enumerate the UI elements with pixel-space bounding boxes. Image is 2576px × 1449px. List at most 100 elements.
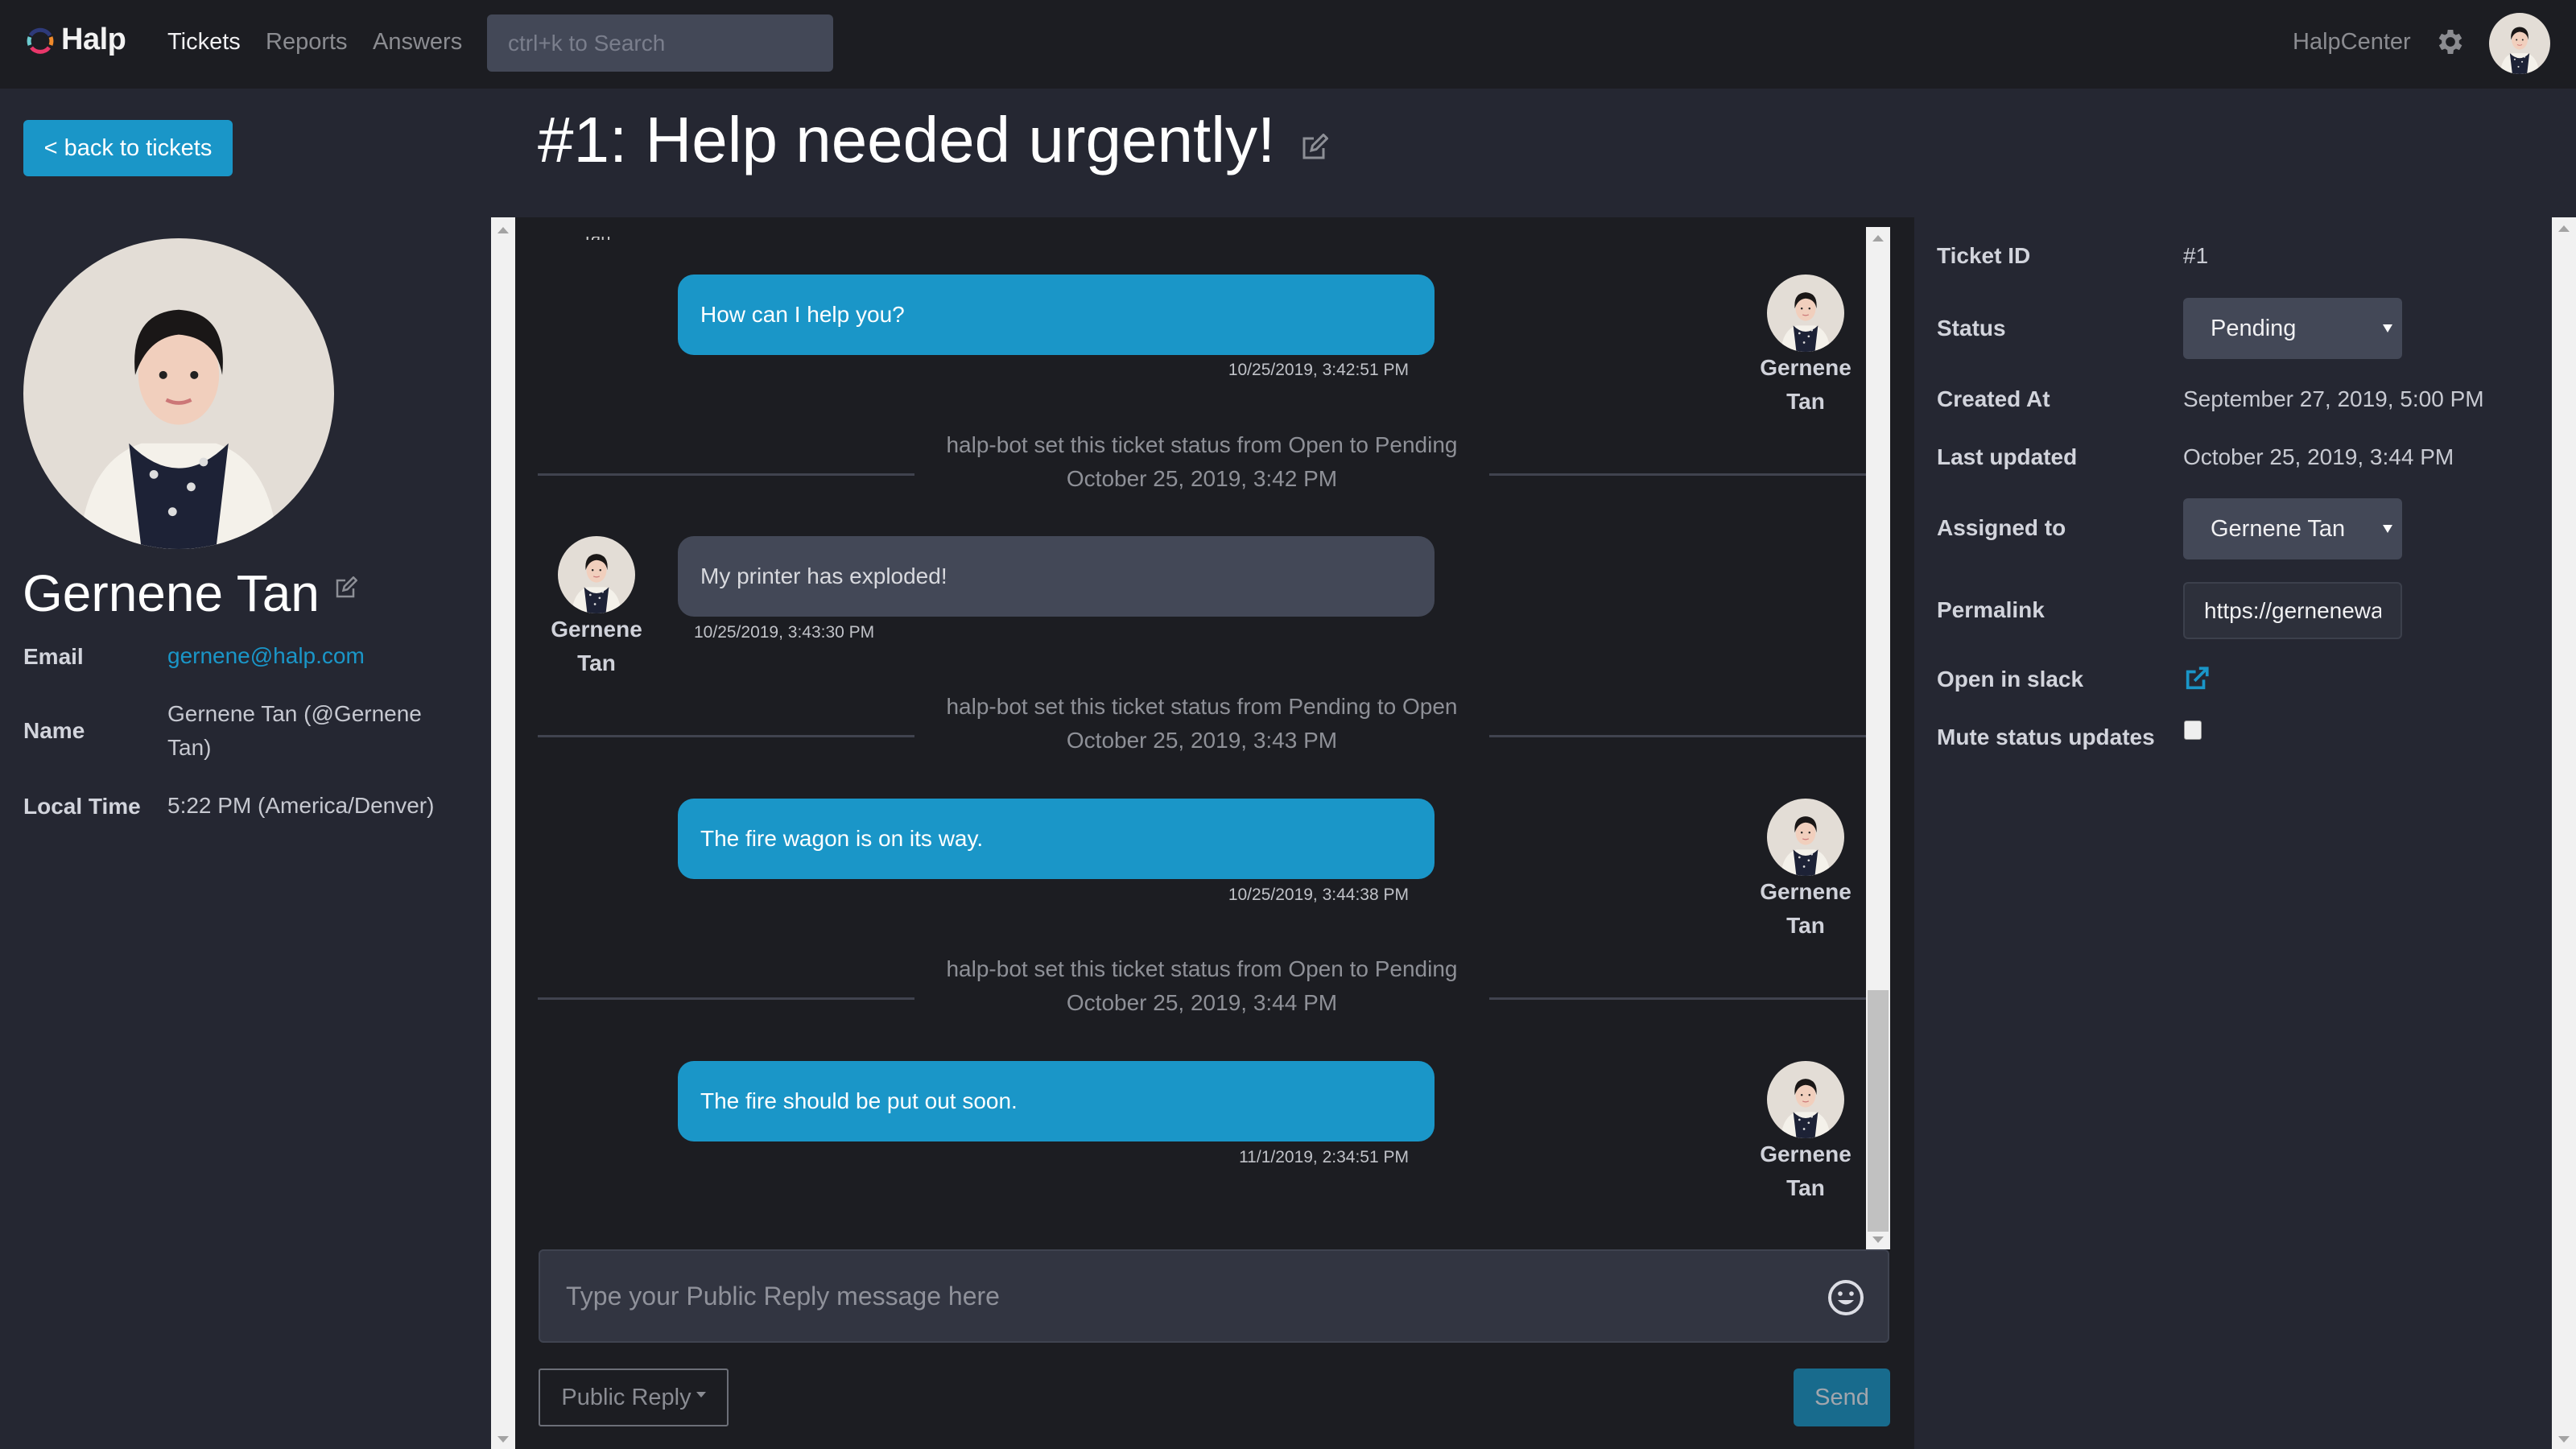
message-bubble: The fire wagon is on its way.: [678, 799, 1435, 879]
status-event-date: October 25, 2019, 3:42 PM: [1066, 466, 1338, 491]
author-avatar: [1767, 1061, 1844, 1138]
status-select[interactable]: Pending: [2183, 298, 2402, 359]
author-last-name: Tan: [1786, 1175, 1825, 1200]
halp-logo-icon: [27, 27, 54, 54]
author-first-name: Gernene: [551, 617, 642, 642]
message-timestamp: 10/25/2019, 3:42:51 PM: [1228, 361, 1409, 379]
scroll-down-arrow[interactable]: [497, 1436, 509, 1443]
mute-status-checkbox[interactable]: [2184, 720, 2202, 740]
message-timestamp: 11/1/2019, 2:34:51 PM: [1239, 1148, 1409, 1166]
chevron-down-icon: [2383, 525, 2392, 533]
gear-icon[interactable]: [2434, 26, 2467, 58]
chevron-down-icon: [2383, 324, 2392, 332]
message-bubble: How can I help you?: [678, 275, 1435, 355]
cut-off-author: Tan: [582, 237, 610, 240]
author-avatar: [1767, 275, 1844, 352]
external-link-icon[interactable]: [2183, 665, 2211, 692]
requester-name: Gernene Tan: [23, 564, 320, 622]
last-updated-value: October 25, 2019, 3:44 PM: [2183, 444, 2454, 469]
reply-type-label: Public Reply: [561, 1384, 691, 1410]
status-event-text: halp-bot set this ticket status from Pen…: [946, 694, 1458, 719]
scrollbar-thumb[interactable]: [1868, 990, 1889, 1232]
nav-answers[interactable]: Answers: [373, 29, 462, 56]
emoji-icon[interactable]: [1827, 1278, 1865, 1317]
permalink-field[interactable]: [2183, 582, 2402, 639]
scroll-up-arrow[interactable]: [2558, 225, 2570, 232]
ticket-id-label: Ticket ID: [1937, 243, 2031, 268]
brand-name: Halp: [61, 23, 126, 56]
message-author: Gernene Tan: [1749, 351, 1862, 419]
ticket-title: #1: Help needed urgently!: [538, 104, 1276, 175]
author-first-name: Gernene: [1760, 1141, 1852, 1166]
mute-status-label: Mute status updates: [1937, 724, 2155, 749]
status-label: Status: [1937, 316, 2006, 341]
reply-composer: [539, 1249, 1889, 1343]
back-to-tickets-button[interactable]: < back to tickets: [23, 120, 233, 176]
assigned-to-label: Assigned to: [1937, 515, 2066, 540]
profile-avatar: [23, 238, 334, 549]
author-first-name: Gernene: [1760, 879, 1852, 904]
status-event: halp-bot set this ticket status from Pen…: [538, 694, 1866, 777]
message-author: Gernene Tan: [1749, 875, 1862, 943]
message-author: Gernene Tan: [1749, 1137, 1862, 1205]
reply-type-dropdown[interactable]: Public Reply: [539, 1368, 729, 1426]
edit-title-icon[interactable]: [1299, 134, 1328, 163]
message-list: Tan How can I help you? 10/25/2019, 3:42…: [515, 227, 1866, 1249]
avatar-image: [1767, 1061, 1844, 1138]
status-event-date: October 25, 2019, 3:43 PM: [1066, 728, 1338, 753]
workspace-name[interactable]: HalpCenter: [2293, 29, 2411, 56]
status-event-text: halp-bot set this ticket status from Ope…: [946, 432, 1458, 457]
assignee-value: Gernene Tan: [2211, 515, 2346, 542]
avatar-image: [1767, 799, 1844, 876]
permalink-label: Permalink: [1937, 597, 2045, 622]
panel-scrollbar[interactable]: [491, 217, 515, 1449]
name-value: Gernene Tan (@Gernene Tan): [167, 701, 422, 760]
message-bubble: The fire should be put out soon.: [678, 1061, 1435, 1141]
conversation-scrollbar[interactable]: [1866, 227, 1890, 1249]
email-link[interactable]: gernene@halp.com: [167, 639, 457, 673]
nav-tickets[interactable]: Tickets: [167, 29, 241, 56]
message-bubble: My printer has exploded!: [678, 536, 1435, 617]
name-label: Name: [23, 718, 85, 743]
status-event: halp-bot set this ticket status from Ope…: [538, 956, 1866, 1039]
avatar-image: [558, 536, 635, 613]
nav-reports[interactable]: Reports: [266, 29, 348, 56]
author-first-name: Gernene: [1760, 355, 1852, 380]
chevron-down-icon: [696, 1391, 706, 1397]
search-input[interactable]: [487, 14, 833, 72]
local-time-label: Local Time: [23, 794, 141, 819]
reply-input[interactable]: [540, 1251, 1796, 1341]
author-avatar: [558, 536, 635, 613]
scroll-up-arrow[interactable]: [497, 227, 509, 233]
status-event-text: halp-bot set this ticket status from Ope…: [946, 956, 1458, 981]
ticket-id-value: #1: [2183, 243, 2209, 268]
author-last-name: Tan: [1786, 389, 1825, 414]
page-scrollbar[interactable]: [2552, 217, 2576, 1449]
author-avatar: [1767, 799, 1844, 876]
halp-logo[interactable]: Halp: [24, 23, 126, 57]
scroll-down-arrow[interactable]: [2558, 1436, 2570, 1443]
author-last-name: Tan: [577, 650, 616, 675]
avatar-image: [23, 238, 334, 549]
local-time-value: 5:22 PM (America/Denver): [167, 793, 435, 818]
message-author: Gernene Tan: [540, 613, 653, 680]
avatar-image: [2489, 13, 2550, 74]
email-label: Email: [23, 644, 84, 669]
status-value: Pending: [2211, 315, 2297, 341]
scroll-up-arrow[interactable]: [1872, 235, 1884, 242]
navbar: Halp Tickets Reports Answers HalpCenter: [0, 0, 2576, 89]
send-button[interactable]: Send: [1794, 1368, 1890, 1426]
status-event: halp-bot set this ticket status from Ope…: [538, 432, 1866, 515]
edit-name-icon[interactable]: [333, 576, 357, 601]
assignee-select[interactable]: Gernene Tan: [2183, 498, 2402, 559]
created-at-label: Created At: [1937, 386, 2050, 411]
last-updated-label: Last updated: [1937, 444, 2078, 469]
user-avatar[interactable]: [2489, 13, 2550, 74]
message-timestamp: 10/25/2019, 3:44:38 PM: [1228, 886, 1409, 904]
scroll-down-arrow[interactable]: [1872, 1236, 1884, 1243]
avatar-image: [1767, 275, 1844, 352]
open-in-slack-label: Open in slack: [1937, 667, 2084, 691]
status-event-date: October 25, 2019, 3:44 PM: [1066, 990, 1338, 1015]
created-at-value: September 27, 2019, 5:00 PM: [2183, 386, 2484, 411]
message-timestamp: 10/25/2019, 3:43:30 PM: [694, 623, 875, 642]
